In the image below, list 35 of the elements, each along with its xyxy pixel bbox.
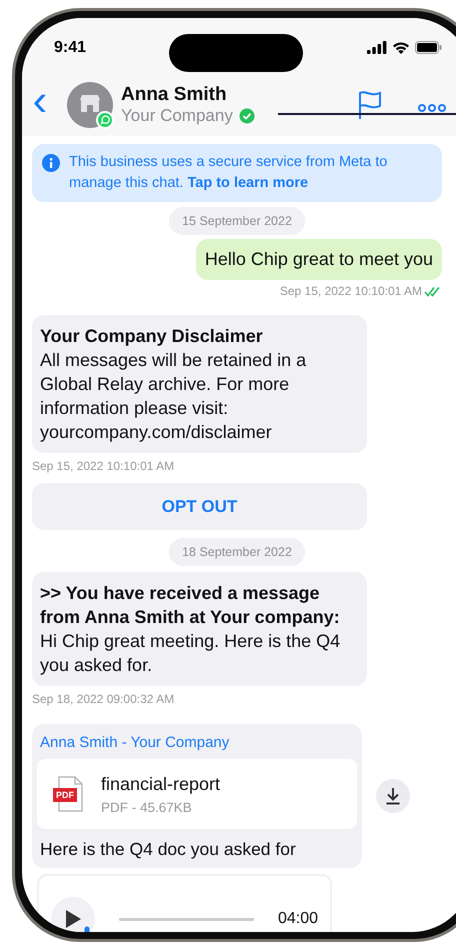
- audio-track[interactable]: [119, 918, 254, 920]
- flag-button[interactable]: [358, 90, 382, 120]
- download-icon: [385, 787, 401, 805]
- signal-icon: [367, 41, 387, 54]
- message-time: Sep 18, 2022 09:00:32 AM: [32, 692, 176, 706]
- message-text: All messages will be retained in a Global Relay archive. For more information please visit: yourcompany.com/disclaimer: [40, 349, 308, 444]
- sent-message: Hello Chip great to meet you: [196, 239, 442, 280]
- status-time: 9:41: [54, 38, 86, 56]
- message-time: Sep 15, 2022 10:10:01 AM: [32, 459, 176, 473]
- download-button[interactable]: [376, 779, 410, 813]
- message-title: >> You have received a message from Anna Smith at Your company:: [40, 582, 341, 629]
- opt-out-button[interactable]: OPT OUT: [32, 483, 367, 530]
- message-text: Here is the Q4 doc you asked for: [39, 838, 297, 860]
- message-time: Sep 15, 2022 10:10:01 AM: [280, 284, 422, 298]
- wifi-icon: [392, 41, 410, 54]
- contact-name: Anna Smith: [121, 84, 228, 106]
- audio-duration: 04:00: [278, 910, 318, 928]
- message-title: Your Company Disclaimer: [40, 325, 264, 348]
- date-chip: 18 September 2022: [169, 538, 305, 566]
- play-icon: [64, 909, 82, 929]
- file-size: PDF - 45.67KB: [101, 800, 193, 814]
- back-button[interactable]: ‹: [28, 78, 52, 122]
- verified-badge-icon: [238, 108, 255, 124]
- info-icon: [42, 154, 60, 172]
- file-card[interactable]: PDF financial-report PDF - 45.67KB: [37, 759, 357, 829]
- battery-icon: [415, 41, 442, 54]
- store-avatar-icon: [67, 82, 113, 128]
- banner-text: This business uses a secure service from Meta to manage this chat. Tap to learn more: [69, 153, 388, 193]
- info-banner[interactable]: This business uses a secure service from Meta to manage this chat. Tap to learn more: [32, 144, 442, 202]
- message-text: Hi Chip great meeting. Here is the Q4 you asked for.: [40, 630, 342, 677]
- sender-name: Anna Smith - Your Company: [39, 734, 230, 751]
- file-name: financial-report: [101, 774, 220, 794]
- company-name: Your Company: [121, 106, 233, 126]
- play-button[interactable]: [51, 897, 95, 932]
- date-chip: 15 September 2022: [169, 207, 305, 235]
